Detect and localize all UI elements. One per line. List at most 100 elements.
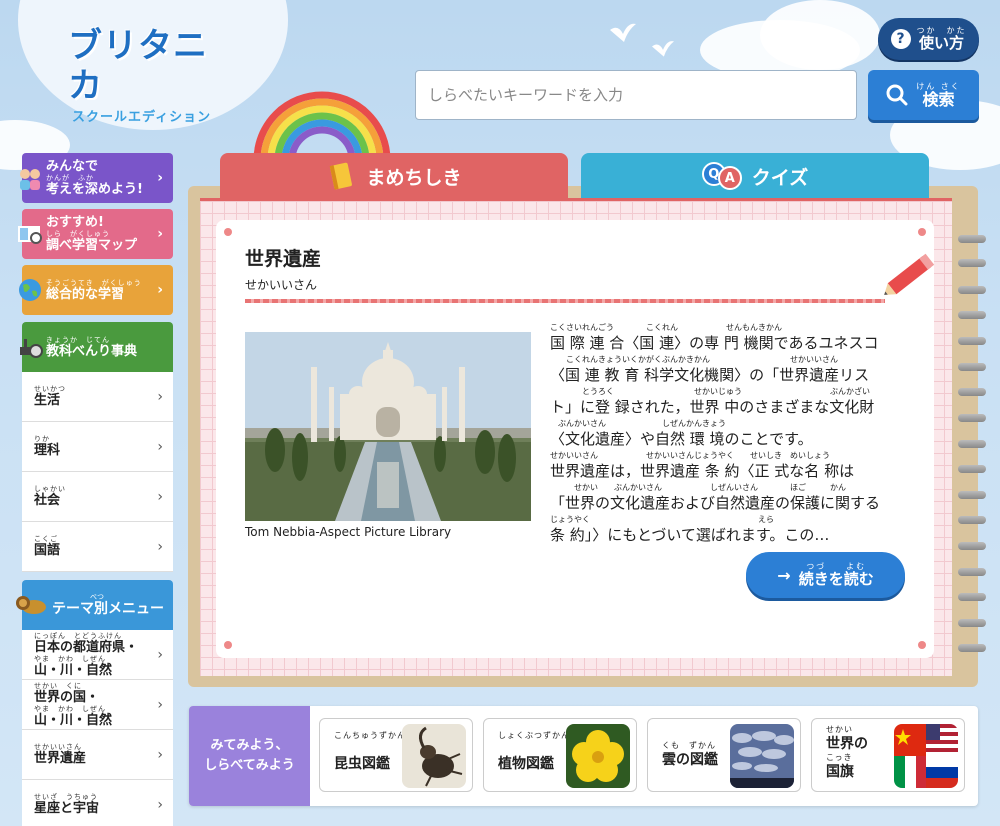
binder-ring (958, 235, 986, 243)
subject-label: 国語 (34, 543, 61, 558)
microscope-icon (20, 339, 43, 358)
article-line: とうろく せかいじゅう ぶんかざい ト」に登 録された，世界 中のさまざまな文化… (550, 386, 912, 418)
subject-label: 生活 (34, 393, 61, 408)
card-ruby: きょうか じてん (46, 335, 110, 344)
tile-ruby: せかい (826, 725, 853, 734)
card-ruby: そうごうてき がくしゅう (46, 278, 142, 287)
explore-strip: みてみよう、 しらべてみよう こんちゅうずかん 昆虫図鑑 しょくぶつずかん 植物… (189, 706, 978, 806)
sidebar-card-integrated-study[interactable]: そうごうてき がくしゅう 総合的な学習 › (19, 265, 173, 315)
card-line1: 教科べんり事典 (46, 343, 138, 359)
tile-label2: 国旗 (826, 764, 854, 780)
article-line-ruby: せかい ぶんかいさん しぜんいさん ほご かん (550, 483, 846, 492)
article-line-ruby: ぶんかいさん しぜんかんきょう (550, 419, 726, 428)
card-ruby: しら がくしゅう (46, 230, 110, 238)
binder-ring (958, 414, 986, 422)
sidebar-item-social-studies[interactable]: しゃかい 社会 › (22, 472, 173, 522)
chevron-right-icon: › (157, 488, 163, 505)
subject-label: 理科 (34, 443, 61, 458)
chevron-right-icon: › (157, 746, 163, 763)
insect-encyclopedia-tile[interactable]: こんちゅうずかん 昆虫図鑑 (319, 718, 473, 792)
sidebar-item-japanese[interactable]: こくご 国語 › (22, 522, 173, 572)
search-input[interactable] (415, 70, 857, 120)
binder-ring (958, 516, 986, 524)
search-button[interactable]: けん さく 検索 (868, 70, 979, 120)
article-line-text: 条 約」〉にもとづいて選ばれます。この… (550, 526, 830, 544)
sidebar-item-japan-prefectures[interactable]: にっぽん とどうふけん 日本の都道府県・ やま かわ しぜん 山・川・自然 › (22, 630, 173, 680)
chevron-right-icon: › (157, 796, 163, 813)
card-line2: 考えを深めよう! (46, 182, 143, 197)
tile-label: 昆虫図鑑 (334, 756, 390, 772)
read-more-label: 続きを読む (798, 570, 874, 588)
tab-quiz-label: クイズ (751, 166, 809, 189)
binder-ring (958, 259, 986, 267)
arrow-right-icon: → (777, 565, 791, 585)
article-line-ruby: こくれんきょういくかがくぶんかきかん せかいいさん (550, 355, 838, 364)
britannica-logo[interactable]: ブリタニカ スクールエディション (68, 26, 228, 125)
tile-ruby: くも ずかん (662, 741, 716, 750)
book-map-icon (18, 226, 42, 244)
theme-item-label: 世界遺産 (34, 751, 87, 766)
sidebar-card-think-together[interactable]: みんなで かんが ふか 考えを深めよう! › (20, 153, 173, 203)
theme-item-ruby: せかい くに (34, 681, 82, 690)
article-line: せかい ぶんかいさん しぜんいさん ほご かん 「世界の文化遺産および自然遺産の… (550, 482, 912, 514)
flower-image (566, 724, 630, 788)
plant-encyclopedia-tile[interactable]: しょくぶつずかん 植物図鑑 (483, 718, 637, 792)
explore-header: みてみよう、 しらべてみよう (189, 706, 310, 806)
sidebar-item-science[interactable]: りか 理科 › (22, 422, 173, 472)
binder-ring (958, 593, 986, 601)
logo-main-text: ブリタニカ (68, 26, 208, 106)
card-ruby: かんが ふか (46, 174, 94, 182)
binder-ring (958, 644, 986, 652)
theme-item-label: 世界の国・ (34, 689, 100, 705)
lion-icon (16, 596, 46, 614)
article-line-text: 国 際 連 合〈国 連〉の専 門 機関であるユネスコ (550, 334, 879, 352)
article-line: じょうやく えら 条 約」〉にもとづいて選ばれます。この… (550, 514, 912, 546)
corner-dot (918, 228, 926, 236)
chevron-right-icon: › (157, 388, 163, 405)
pencil-icon (884, 253, 935, 295)
beetle-image (402, 724, 466, 788)
tab-quiz[interactable]: Q A クイズ (581, 153, 929, 199)
tile-ruby: こんちゅうずかん (334, 731, 406, 740)
sidebar-card-subject-encyclopedia[interactable]: きょうか じてん 教科べんり事典 (20, 322, 173, 372)
chevron-right-icon: › (157, 282, 163, 298)
article-line: こくれんきょういくかがくぶんかきかん せかいいさん 〈国 連 教 育 科学文化機… (550, 354, 912, 386)
cloud-photo-image (730, 724, 794, 788)
article-line: せかいいさん せかいいさんじょうやく せいしき めいしょう 世界遺産は，世界遺産… (550, 450, 912, 482)
card-line2: 調べ学習マップ (46, 238, 138, 253)
tab-trivia[interactable]: まめちしき (220, 153, 568, 199)
explore-header-line2: しらべてみよう (204, 758, 295, 773)
card-line1: 総合的な学習 (46, 286, 125, 302)
sidebar-card-research-map[interactable]: おすすめ! しら がくしゅう 調べ学習マップ › (18, 209, 173, 259)
chevron-right-icon: › (157, 438, 163, 455)
sidebar-item-world-heritage[interactable]: せかいいさん 世界遺産 › (22, 730, 173, 780)
read-more-button[interactable]: → つづ よむ 続きを読む (746, 552, 905, 598)
how-to-use-button[interactable]: ? つか かた 使い方 (878, 18, 979, 60)
subject-ruby: せいかつ (34, 385, 66, 393)
search-label: 検索 (922, 89, 955, 109)
how-to-label: 使い方 (918, 34, 964, 52)
binder-ring (958, 465, 986, 473)
world-flags-tile[interactable]: せかい 世界の こっき 国旗 (811, 718, 965, 792)
tile-ruby: しょくぶつずかん (498, 731, 570, 740)
theme-item-label2: 山・川・自然 (34, 712, 113, 728)
tile-label: 植物図鑑 (498, 756, 554, 772)
chevron-right-icon: › (157, 696, 163, 713)
sidebar-item-life[interactable]: せいかつ 生活 › (22, 372, 173, 422)
binder-ring (958, 619, 986, 627)
theme-item-label2: 山・川・自然 (34, 662, 113, 678)
chevron-right-icon: › (157, 170, 163, 186)
qa-icon-a: A (717, 166, 742, 190)
cloud-encyclopedia-tile[interactable]: くも ずかん 雲の図鑑 (647, 718, 801, 792)
article-line-text: 〈文化遺産〉や自然 環 境のことです。 (550, 430, 813, 448)
article-line-text: ト」に登 録された，世界 中のさまざまな文化財 (550, 398, 875, 416)
globe-icon (19, 279, 41, 301)
article-line: ぶんかいさん しぜんかんきょう 〈文化遺産〉や自然 環 境のことです。 (550, 418, 912, 450)
article-line-text: 「世界の文化遺産および自然遺産の保護に関する (550, 494, 881, 512)
theme-item-ruby: にっぽん とどうふけん (34, 631, 122, 640)
article-line-ruby: じょうやく えら (550, 515, 774, 524)
sidebar-item-stars-space[interactable]: せいざ うちゅう 星座と宇宙 › (22, 780, 173, 826)
sidebar-item-world-countries[interactable]: せかい くに 世界の国・ やま かわ しぜん 山・川・自然 › (22, 680, 173, 730)
flags-image (894, 724, 958, 788)
bird-icon (610, 23, 636, 42)
